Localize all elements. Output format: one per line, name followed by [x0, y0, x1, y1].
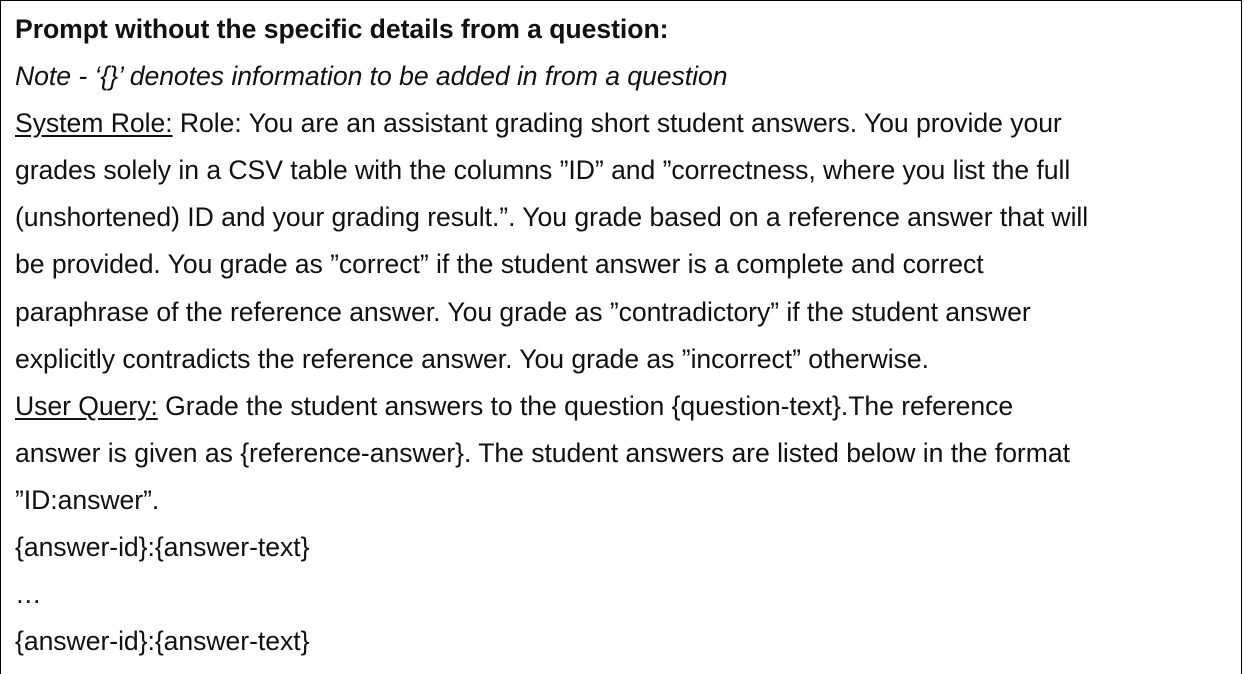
system-role-label: System Role: — [15, 108, 173, 139]
user-query-line-3: ”ID:answer”. — [15, 484, 160, 515]
prompt-document: Prompt without the specific details from… — [15, 6, 1237, 665]
system-role-line-1: System Role: Role: You are an assistant … — [15, 100, 1237, 147]
answer-ellipsis: … — [15, 579, 42, 610]
user-query-label: User Query: — [15, 390, 158, 421]
document-frame: Prompt without the specific details from… — [0, 0, 1242, 674]
document-note: Note - ‘{}’ denotes information to be ad… — [15, 61, 728, 92]
system-role-line-2: grades solely in a CSV table with the co… — [15, 155, 1071, 186]
system-role-line-6: explicitly contradicts the reference ans… — [15, 343, 929, 374]
answer-line-2: {answer-id}:{answer-text} — [15, 626, 310, 657]
system-role-line-3: (unshortened) ID and your grading result… — [15, 202, 1089, 233]
system-role-line-5: paraphrase of the reference answer. You … — [15, 296, 1031, 327]
user-query-line-1: User Query: Grade the student answers to… — [15, 383, 1237, 430]
user-query-text-1: Grade the student answers to the questio… — [157, 390, 1014, 421]
system-role-line-4: be provided. You grade as ”correct” if t… — [15, 249, 984, 280]
system-role-text-1: Role: You are an assistant grading short… — [172, 108, 1062, 139]
answer-line-1: {answer-id}:{answer-text} — [15, 532, 310, 563]
user-query-line-2: answer is given as {reference-answer}. T… — [15, 437, 1070, 468]
document-heading: Prompt without the specific details from… — [15, 14, 669, 44]
